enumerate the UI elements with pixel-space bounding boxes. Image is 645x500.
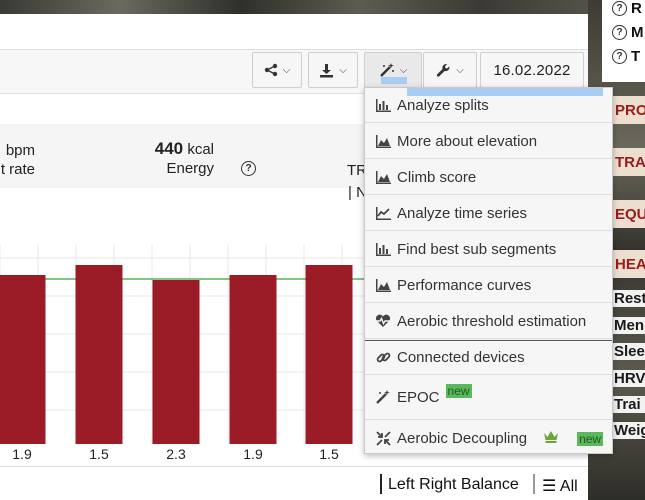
menu-item-find-best-sub-segments[interactable]: Find best sub segments xyxy=(365,232,612,267)
heartbeat-icon xyxy=(375,313,391,329)
share-icon xyxy=(264,63,277,77)
magic-wand-icon xyxy=(375,390,391,406)
question-icon: ? xyxy=(612,1,627,16)
panel-header xyxy=(0,14,588,50)
menu-item-more-about-elevation[interactable]: More about elevation xyxy=(365,124,612,159)
menu-item-epoc[interactable]: EPOC new xyxy=(365,376,612,420)
download-button[interactable]: ⌵ xyxy=(308,52,358,88)
share-button[interactable]: ⌵ xyxy=(252,52,302,88)
wrench-icon xyxy=(437,63,450,77)
divider xyxy=(533,474,535,494)
menu-item-aerobic-threshold-estimation[interactable]: Aerobic threshold estimation xyxy=(365,304,612,339)
side-section-prog[interactable]: PROG xyxy=(612,96,645,124)
chevron-down-icon: ⌵ xyxy=(339,64,347,76)
list-icon: ☰ xyxy=(542,478,557,495)
x-tick-label: 1.9 xyxy=(12,446,32,462)
left-right-balance-option[interactable]: Left Right Balance xyxy=(388,476,519,494)
menu-item-climb-score[interactable]: Climb score xyxy=(365,160,612,195)
chart-bar[interactable] xyxy=(0,275,46,444)
chevron-down-icon: ⌵ xyxy=(282,64,291,76)
selection-highlight xyxy=(381,77,407,84)
compress-icon xyxy=(375,431,391,447)
area-chart-icon xyxy=(375,169,391,185)
activity-date-button[interactable]: 16.02.2022 xyxy=(480,52,584,88)
download-icon xyxy=(320,63,334,77)
chevron-down-icon: ⌵ xyxy=(456,64,464,76)
side-help-item[interactable]: ? M xyxy=(612,24,644,41)
all-option[interactable]: ☰ All xyxy=(542,476,578,496)
link-icon xyxy=(375,350,391,366)
side-help-item[interactable]: ? T xyxy=(612,48,640,65)
crown-icon xyxy=(543,430,559,447)
help-icon[interactable]: ? xyxy=(241,161,256,176)
menu-item-connected-devices[interactable]: Connected devices xyxy=(365,340,612,375)
area-chart-icon xyxy=(375,277,391,293)
chart-bar[interactable] xyxy=(75,265,123,444)
question-icon: ? xyxy=(612,25,627,40)
splits-bar-chart xyxy=(0,244,370,444)
chart-bar[interactable] xyxy=(305,265,353,444)
bar-chart-icon xyxy=(375,97,391,113)
new-badge: new xyxy=(577,431,604,446)
side-section-heal[interactable]: HEAL xyxy=(612,250,645,278)
background-top xyxy=(0,0,600,14)
chart-bar[interactable] xyxy=(152,280,200,444)
side-section-trai[interactable]: TRAI xyxy=(612,148,645,176)
side-help-item[interactable]: ? R xyxy=(612,0,642,17)
menu-item-analyze-time-series[interactable]: Analyze time series xyxy=(365,196,612,231)
magic-wand-icon xyxy=(379,62,394,77)
x-tick-label: 1.5 xyxy=(89,446,109,462)
energy-stat: 440 kcal Energy xyxy=(154,139,214,177)
menu-item-analyze-splits[interactable]: Analyze splits xyxy=(365,88,612,123)
x-tick-label: 1.5 xyxy=(319,446,339,462)
x-tick-label: 2.3 xyxy=(166,446,186,462)
settings-button[interactable]: ⌵ xyxy=(423,52,477,88)
side-item-trai[interactable]: Trai xyxy=(612,396,645,413)
chart-bar[interactable] xyxy=(229,275,277,444)
chevron-down-icon: ⌵ xyxy=(399,64,408,76)
menu-item-aerobic-decoupling[interactable]: Aerobic Decoupling new xyxy=(365,421,612,456)
line-chart-icon xyxy=(375,205,391,221)
side-section-equi[interactable]: EQUI xyxy=(612,200,645,228)
chart-x-labels: 1.9 1.5 2.3 1.9 1.5 xyxy=(0,446,370,466)
new-badge: new xyxy=(445,383,472,398)
question-icon: ? xyxy=(612,49,627,64)
side-item-slee[interactable]: Slee xyxy=(612,343,645,360)
area-chart-icon xyxy=(375,133,391,149)
side-item-hrv[interactable]: HRV xyxy=(612,370,645,387)
divider xyxy=(380,474,382,494)
menu-item-performance-curves[interactable]: Performance curves xyxy=(365,268,612,303)
x-tick-label: 1.9 xyxy=(243,446,263,462)
bar-chart-icon xyxy=(375,241,391,257)
heart-rate-stat: bpm t rate xyxy=(0,142,35,178)
side-item-men[interactable]: Men xyxy=(612,317,645,334)
side-item-rest[interactable]: Rest xyxy=(612,290,645,307)
side-item-weig[interactable]: Weig xyxy=(612,422,645,439)
analysis-dropdown-menu: Analyze splits More about elevation Clim… xyxy=(364,87,613,454)
chart-options-bar: Left Right Balance ☰ All xyxy=(0,466,588,500)
